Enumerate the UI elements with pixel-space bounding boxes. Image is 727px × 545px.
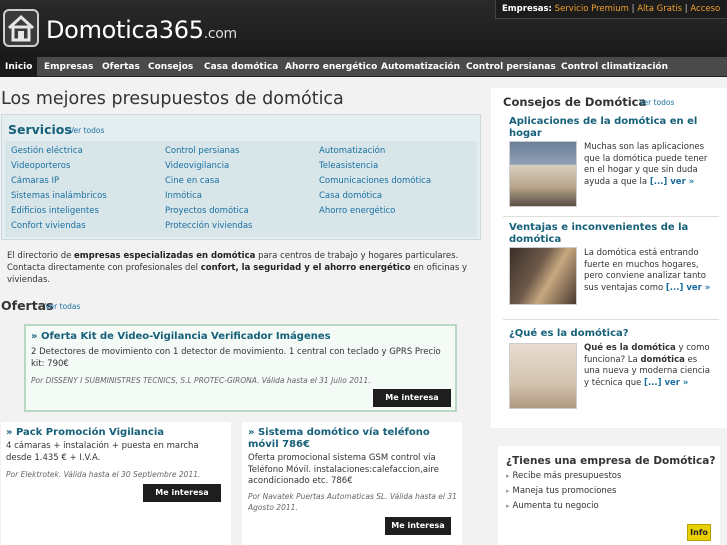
service-link[interactable]: Protección viviendas [165,221,252,231]
offer-description: 2 Detectores de movimiento con 1 detecto… [31,347,441,369]
servicios-list: Gestión eléctrica Videoporteros Cámaras … [5,141,477,237]
service-link[interactable]: Proyectos domótica [165,206,249,216]
service-link[interactable]: Automatización [319,146,385,156]
arrow-bullet-icon: ▸ [506,487,510,495]
service-link[interactable]: Casa domótica [319,191,382,201]
nav-ahorro-energetico[interactable]: Ahorro energético [280,57,382,77]
empresa-cta-box: ¿Tienes una empresa de Domótica? ▸ Recibe… [498,446,720,545]
servicios-ver-todos-link[interactable]: Ver todos [69,126,104,135]
nav-inicio[interactable]: Inicio [0,57,38,77]
service-link[interactable]: Ahorro energético [319,206,395,216]
article-image-living-room[interactable] [509,343,577,409]
intro-bold: confort, la seguridad y el ahorro energé… [200,263,411,273]
service-link[interactable]: Comunicaciones domótica [319,176,431,186]
consejos-ver-todos-link[interactable]: Ver todos [639,98,674,107]
service-link[interactable]: Cine en casa [165,176,219,186]
link-alta-gratis[interactable]: Alta Gratis [637,4,682,14]
page-title: Los mejores presupuestos de domótica [1,89,344,109]
separator: | [628,4,638,14]
site-header: Domotica365.com Empresas: Servicio Premi… [0,0,727,57]
servicios-title: Servicios [8,122,72,137]
offer-meta: Por DISSENY I SUBMINISTRES TECNICS, S.L … [31,376,371,385]
service-link[interactable]: Cámaras IP [11,176,59,186]
nav-casa-domotica[interactable]: Casa domótica [199,57,283,77]
article-title[interactable]: Ventajas e inconvenientes de la domótica [509,222,709,246]
read-more-link[interactable]: [...] ver » [644,378,688,388]
site-logo[interactable]: Domotica365.com [46,16,237,44]
article-image-interior[interactable] [509,247,577,305]
service-link[interactable]: Inmótica [165,191,202,201]
service-link[interactable]: Control persianas [165,146,240,156]
offer-meta: Por Navatek Puertas Automaticas SL. Váli… [248,492,457,512]
article-excerpt: Qué es la domótica y como funciona? La d… [584,343,714,389]
article-image-house[interactable] [509,141,577,207]
nav-consejos[interactable]: Consejos [143,57,198,77]
service-link[interactable]: Videovigilancia [165,161,229,171]
service-link[interactable]: Edificios inteligentes [11,206,99,216]
nav-automatizacion[interactable]: Automatización [376,57,465,77]
link-servicio-premium[interactable]: Servicio Premium [555,4,629,14]
intro-text: El directorio de empresas especializadas… [7,250,477,286]
offer-description: Oferta promocional sistema GSM control v… [248,453,439,486]
consejos-panel: Consejos de Domótica Ver todos Aplicacio… [491,88,727,428]
intro-part: El directorio de [7,251,75,261]
me-interesa-button[interactable]: Me interesa [373,389,451,407]
offer-title[interactable]: » Pack Promoción Vigilancia [6,427,226,439]
arrow-bullet-icon: ▸ [506,502,510,510]
article-title[interactable]: Aplicaciones de la domótica en el hogar [509,116,709,140]
article-bold: Qué es la domótica [584,343,676,353]
service-link[interactable]: Teleasistencia [319,161,378,171]
intro-bold: empresas especializadas en domótica [74,251,256,261]
nav-control-climatizacion[interactable]: Control climatización [556,57,673,77]
offer-meta: Por Elektrotek. Válida hasta el 30 Septi… [6,470,201,479]
servicios-box: Servicios Ver todos Gestión eléctrica Vi… [1,114,481,240]
empresa-cta-title: ¿Tienes una empresa de Domótica? [506,455,716,467]
read-more-link[interactable]: [...] ver » [666,283,710,293]
service-link[interactable]: Sistemas inalámbricos [11,191,107,201]
ofertas-ver-todas-link[interactable]: Ver todas [45,302,80,311]
empresa-benefit-label: Recibe más presupuestos [512,471,622,481]
article-title[interactable]: ¿Qué es la domótica? [509,328,709,340]
me-interesa-button[interactable]: Me interesa [143,484,221,502]
empresas-label: Empresas: [502,4,552,14]
divider [503,319,719,320]
offer-title[interactable]: » Sistema domótico vía teléfono móvil 78… [248,427,458,451]
empresa-benefit: ▸ Maneja tus promociones [506,486,616,496]
offer-card: » Pack Promoción Vigilancia 4 cámaras + … [1,422,231,545]
nav-empresas[interactable]: Empresas [39,57,98,77]
logo-name: Domotica365 [46,16,204,44]
read-more-link[interactable]: [...] ver » [650,177,694,187]
empresa-benefit: ▸ Recibe más presupuestos [506,471,621,481]
logo-house-icon[interactable] [3,9,39,47]
consejos-title: Consejos de Domótica [503,95,647,109]
arrow-bullet-icon: ▸ [506,472,510,480]
divider [503,216,719,217]
empresa-benefit-label: Maneja tus promociones [512,486,617,496]
empresa-benefit-label: Aumenta tu negocio [512,501,599,511]
nav-control-persianas[interactable]: Control persianas [461,57,561,77]
service-link[interactable]: Confort viviendas [11,221,86,231]
logo-suffix: .com [203,26,237,42]
nav-ofertas[interactable]: Ofertas [97,57,145,77]
offer-title[interactable]: » Oferta Kit de Video-Vigilancia Verific… [31,331,451,343]
service-link[interactable]: Videoporteros [11,161,70,171]
service-link[interactable]: Gestión eléctrica [11,146,83,156]
article-excerpt: La domótica está entrando fuerte en much… [584,248,714,294]
link-acceso[interactable]: Acceso [690,4,720,14]
main-nav: Inicio Empresas Ofertas Consejos Casa do… [0,57,727,77]
article-bold: domótica [640,354,685,365]
info-button[interactable]: Info [687,524,711,541]
empresas-bar: Empresas: Servicio Premium | Alta Gratis… [495,0,727,19]
offer-card: » Sistema domótico vía teléfono móvil 78… [242,422,462,545]
me-interesa-button[interactable]: Me interesa [385,517,451,535]
empresa-benefit: ▸ Aumenta tu negocio [506,501,599,511]
offer-description: 4 cámaras + instalación + puesta en marc… [6,441,199,463]
offer-card-featured: » Oferta Kit de Video-Vigilancia Verific… [24,324,457,412]
article-excerpt: Muchas son las aplicaciones que la domót… [584,142,714,188]
